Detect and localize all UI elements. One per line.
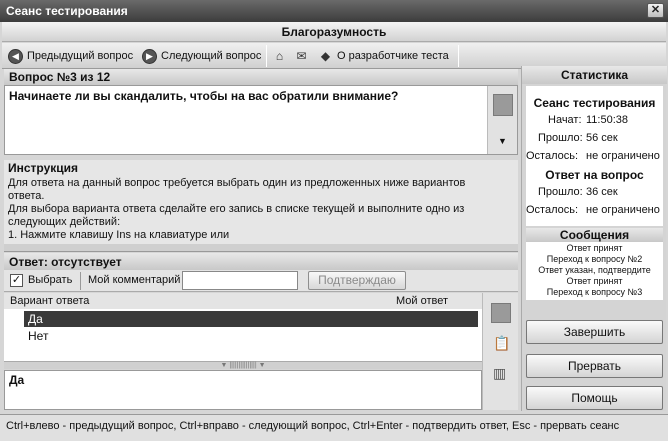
selected-answer-text: Да	[4, 370, 482, 410]
scroll-down-icon[interactable]: ▼	[498, 136, 507, 146]
close-icon: ✕	[650, 4, 661, 16]
prev-question-label: Предыдущий вопрос	[27, 50, 134, 62]
arrow-right-icon: ▶	[142, 48, 157, 64]
envelope-icon: ✉	[296, 48, 307, 63]
help-button[interactable]: Помощь	[526, 386, 663, 410]
answer-side-tools: 📋 ▥	[482, 293, 518, 410]
instruction-line: Для выбора варианта ответа сделайте его …	[8, 203, 465, 215]
elapsed-label: Прошло:	[538, 132, 583, 144]
window-titlebar: Сеанс тестирования ✕	[0, 0, 668, 22]
question-text: Начинаете ли вы скандалить, чтобы на вас…	[9, 89, 399, 103]
prev-question-button[interactable]: ◀ Предыдущий вопрос	[8, 46, 133, 66]
close-button[interactable]: ✕	[647, 3, 664, 18]
left-label: Осталось:	[526, 150, 579, 162]
instruction-title: Инструкция	[8, 161, 79, 175]
scrollbar-thumb[interactable]	[493, 94, 513, 116]
question-box: Начинаете ли вы скандалить, чтобы на вас…	[4, 85, 518, 155]
mail-button[interactable]: ✉	[294, 46, 309, 66]
q-left-value: не ограничено	[586, 204, 660, 216]
message-item: Переход к вопросу №2	[546, 254, 643, 264]
q-elapsed-label: Прошло:	[538, 186, 583, 198]
instruction-line: следующих действий:	[8, 216, 121, 228]
toolbar-separator	[458, 45, 459, 67]
question-header: Вопрос №3 из 12	[4, 69, 518, 85]
toolbar-separator	[266, 45, 267, 67]
column-my-answer: Мой ответ	[396, 295, 449, 307]
comment-input[interactable]	[182, 271, 298, 290]
info-diamond-icon: ◆	[320, 48, 331, 63]
session-title: Сеанс тестирования	[533, 96, 656, 110]
status-bar: Ctrl+влево - предыдущий вопрос, Ctrl+впр…	[0, 414, 668, 441]
q-elapsed-value: 36 сек	[586, 186, 618, 198]
splitter[interactable]: ▼ ||||||||||||||| ▼	[4, 361, 482, 369]
instruction-line: Для ответа на данный вопрос требуется вы…	[8, 177, 466, 189]
list-item[interactable]: Нет	[24, 328, 478, 344]
instruction-line: 1. Нажмите клавишу Ins на клавиатуре или	[8, 229, 230, 241]
test-name-banner: Благоразумность	[2, 22, 666, 42]
next-question-button[interactable]: ▶ Следующий вопрос	[142, 46, 261, 66]
answer-header: Ответ: отсутствует	[4, 253, 518, 270]
side-panel: Статистика Сеанс тестирования Начат: 11:…	[521, 66, 667, 411]
answer-toolbar: ✓ Выбрать Мой комментарий Подтверждаю	[4, 270, 518, 292]
message-item: Ответ принят	[566, 243, 623, 253]
start-value: 11:50:38	[586, 114, 629, 126]
list-item[interactable]: Да	[24, 311, 478, 327]
window-title: Сеанс тестирования	[6, 4, 128, 18]
film-icon[interactable]: ▥	[493, 365, 506, 382]
q-left-label: Осталось:	[526, 204, 579, 216]
left-value: не ограничено	[586, 150, 660, 162]
messages-header: Сообщения	[526, 228, 663, 242]
toolbar-separator	[80, 272, 81, 290]
finish-button[interactable]: Завершить	[526, 320, 663, 344]
stats-header: Статистика	[522, 66, 667, 84]
choose-label: Выбрать	[28, 274, 73, 286]
message-item: Ответ указан, подтвердите	[538, 265, 651, 275]
clipboard-icon[interactable]: 📋	[493, 335, 510, 352]
message-item: Переход к вопросу №3	[546, 287, 643, 297]
instruction-line: ответа.	[8, 190, 45, 202]
about-developer-button[interactable]: ◆ О разработчике теста	[318, 46, 449, 66]
home-button[interactable]: ⌂	[272, 46, 287, 66]
instruction-panel: Инструкция Для ответа на данный вопрос т…	[4, 160, 518, 244]
answer-list: Да Нет	[4, 309, 482, 361]
home-icon: ⌂	[275, 48, 284, 63]
choose-checkbox[interactable]: ✓	[10, 274, 23, 287]
start-label: Начат:	[548, 114, 582, 126]
arrow-left-icon: ◀	[8, 48, 23, 64]
messages-box: Ответ принят Переход к вопросу №2 Ответ …	[526, 242, 663, 300]
message-item: Ответ принят	[566, 276, 623, 286]
tool-square-icon[interactable]	[491, 303, 511, 323]
confirm-button[interactable]: Подтверждаю	[308, 271, 406, 290]
splitter[interactable]	[4, 244, 518, 252]
stats-box: Сеанс тестирования Начат: 11:50:38 Прошл…	[526, 86, 663, 226]
column-variant: Вариант ответа	[10, 295, 90, 307]
about-developer-label: О разработчике теста	[337, 50, 449, 62]
interrupt-button[interactable]: Прервать	[526, 354, 663, 378]
elapsed-value: 56 сек	[586, 132, 618, 144]
question-scrollbar[interactable]: ▼	[487, 86, 517, 154]
next-question-label: Следующий вопрос	[161, 50, 262, 62]
qa-title: Ответ на вопрос	[545, 168, 644, 182]
answer-list-header: Вариант ответа Мой ответ	[4, 293, 482, 309]
comment-label: Мой комментарий	[88, 274, 181, 286]
